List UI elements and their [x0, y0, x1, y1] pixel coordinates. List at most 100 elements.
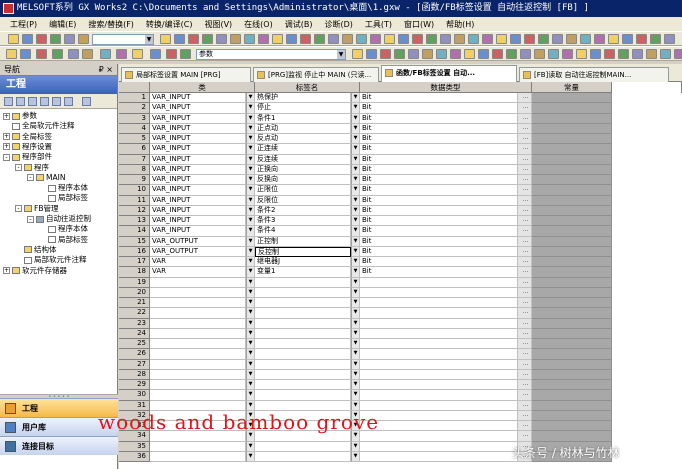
class-cell[interactable]: VAR_INPUT — [150, 154, 246, 165]
data-type-cell[interactable] — [360, 421, 518, 432]
tree-node[interactable]: 程序本体 — [39, 224, 88, 234]
class-cell[interactable]: VAR_INPUT — [150, 216, 246, 227]
table-row[interactable]: 28 ▼ ▼... — [119, 369, 682, 380]
class-cell[interactable]: VAR — [150, 267, 246, 278]
chevron-down-icon[interactable]: ▼ — [246, 400, 255, 411]
tree-node[interactable]: 程序本体 — [39, 183, 88, 193]
toolbar-icon[interactable] — [604, 49, 615, 59]
table-row[interactable]: 8 VAR_INPUT ▼ 正换向 ▼ Bit... — [119, 164, 682, 175]
ellipsis-icon[interactable]: ... — [518, 277, 532, 288]
table-row[interactable]: 29 ▼ ▼... — [119, 380, 682, 391]
table-row[interactable]: 12 VAR_INPUT ▼ 条件2 ▼ Bit... — [119, 205, 682, 216]
toolbar-icon[interactable] — [216, 34, 227, 44]
toolbar-icon[interactable] — [352, 49, 363, 59]
tree-node[interactable]: 局部标签 — [39, 193, 88, 203]
chevron-down-icon[interactable]: ▼ — [246, 267, 255, 278]
label-name-cell[interactable]: 反控制 — [255, 246, 351, 257]
toolbar-icon[interactable] — [436, 49, 447, 59]
chevron-down-icon[interactable]: ▼ — [246, 175, 255, 186]
tree-node[interactable]: 局部标签 — [39, 235, 88, 245]
menu-item[interactable]: 帮助(H) — [440, 19, 480, 30]
chevron-down-icon[interactable]: ▼ — [351, 123, 360, 134]
toolbar-icon[interactable] — [68, 49, 79, 59]
toolbar-icon[interactable] — [510, 34, 521, 44]
class-cell[interactable] — [150, 287, 246, 298]
class-cell[interactable]: VAR_INPUT — [150, 185, 246, 196]
ellipsis-icon[interactable]: ... — [518, 349, 532, 360]
data-type-cell[interactable]: Bit — [360, 144, 518, 155]
table-row[interactable]: 21 ▼ ▼... — [119, 298, 682, 309]
chevron-down-icon[interactable]: ▼ — [246, 410, 255, 421]
label-name-cell[interactable] — [255, 359, 351, 370]
data-type-cell[interactable] — [360, 287, 518, 298]
ellipsis-icon[interactable]: ... — [518, 175, 532, 186]
chevron-down-icon[interactable]: ▼ — [351, 134, 360, 145]
chevron-down-icon[interactable]: ▼ — [246, 154, 255, 165]
toolbar-icon[interactable] — [272, 34, 283, 44]
chevron-down-icon[interactable]: ▼ — [351, 421, 360, 432]
toolbar-icon[interactable] — [160, 34, 171, 44]
chevron-down-icon[interactable]: ▼ — [351, 369, 360, 380]
toolbar-icon[interactable] — [464, 49, 475, 59]
chevron-down-icon[interactable]: ▼ — [246, 369, 255, 380]
ellipsis-icon[interactable]: ... — [518, 144, 532, 155]
ellipsis-icon[interactable]: ... — [518, 380, 532, 391]
table-row[interactable]: 30 ▼ ▼... — [119, 390, 682, 401]
ellipsis-icon[interactable]: ... — [518, 339, 532, 350]
toolbar-icon[interactable] — [342, 34, 353, 44]
ellipsis-icon[interactable]: ... — [518, 359, 532, 370]
table-row[interactable]: 11 VAR_INPUT ▼ 反限位 ▼ Bit... — [119, 195, 682, 206]
menu-item[interactable]: 工具(T) — [359, 19, 398, 30]
toolbar-icon[interactable] — [646, 49, 657, 59]
class-cell[interactable] — [150, 451, 246, 462]
label-name-cell[interactable] — [255, 410, 351, 421]
tree-node[interactable]: - 自动往返控制 — [27, 214, 91, 224]
toolbar-icon[interactable] — [482, 34, 493, 44]
label-name-cell[interactable]: 正控制 — [255, 236, 351, 247]
collapse-icon[interactable]: - — [15, 164, 22, 171]
data-type-cell[interactable]: Bit — [360, 175, 518, 186]
column-header[interactable]: 常量 — [532, 82, 612, 93]
label-name-cell[interactable] — [255, 287, 351, 298]
toolbar-icon[interactable] — [328, 34, 339, 44]
class-cell[interactable] — [150, 339, 246, 350]
ellipsis-icon[interactable]: ... — [518, 113, 532, 124]
toolbar-icon[interactable] — [506, 49, 517, 59]
chevron-down-icon[interactable]: ▼ — [246, 246, 255, 257]
ellipsis-icon[interactable]: ... — [518, 134, 532, 145]
label-name-cell[interactable] — [255, 298, 351, 309]
toolbar-icon[interactable] — [356, 34, 367, 44]
toolbar-icon[interactable] — [524, 34, 535, 44]
navigation-button[interactable]: 连接目标 — [0, 436, 118, 455]
chevron-down-icon[interactable]: ▼ — [351, 246, 360, 257]
class-cell[interactable] — [150, 410, 246, 421]
data-type-cell[interactable]: Bit — [360, 195, 518, 206]
chevron-down-icon[interactable]: ▼ — [246, 164, 255, 175]
table-row[interactable]: 19 ▼ ▼... — [119, 277, 682, 288]
data-type-cell[interactable] — [360, 349, 518, 360]
label-name-cell[interactable]: 条件4 — [255, 226, 351, 237]
column-header[interactable]: 数据类型 — [360, 82, 532, 93]
chevron-down-icon[interactable]: ▼ — [246, 308, 255, 319]
label-name-cell[interactable] — [255, 380, 351, 391]
expand-icon[interactable]: + — [3, 133, 10, 141]
chevron-down-icon[interactable]: ▼ — [351, 349, 360, 360]
ellipsis-icon[interactable]: ... — [518, 400, 532, 411]
toolbar-icon[interactable] — [36, 34, 47, 44]
table-row[interactable]: 15 VAR_OUTPUT ▼ 正控制 ▼ Bit... — [119, 236, 682, 247]
tree-node[interactable]: - FB管理 — [15, 204, 58, 214]
class-cell[interactable]: VAR_INPUT — [150, 134, 246, 145]
table-row[interactable]: 34 ▼ ▼... — [119, 431, 682, 442]
class-cell[interactable]: VAR_OUTPUT — [150, 246, 246, 257]
table-row[interactable]: 20 ▼ ▼... — [119, 287, 682, 298]
column-header[interactable]: 类 — [150, 82, 255, 93]
ellipsis-icon[interactable]: ... — [518, 410, 532, 421]
toolbar-icon[interactable] — [496, 34, 507, 44]
toolbar-icon[interactable] — [478, 49, 489, 59]
class-cell[interactable]: VAR_INPUT — [150, 93, 246, 104]
toolbar-icon[interactable] — [534, 49, 545, 59]
chevron-down-icon[interactable]: ▼ — [351, 431, 360, 442]
data-type-cell[interactable]: Bit — [360, 205, 518, 216]
menu-item[interactable]: 调试(B) — [279, 19, 319, 30]
table-row[interactable]: 31 ▼ ▼... — [119, 400, 682, 411]
